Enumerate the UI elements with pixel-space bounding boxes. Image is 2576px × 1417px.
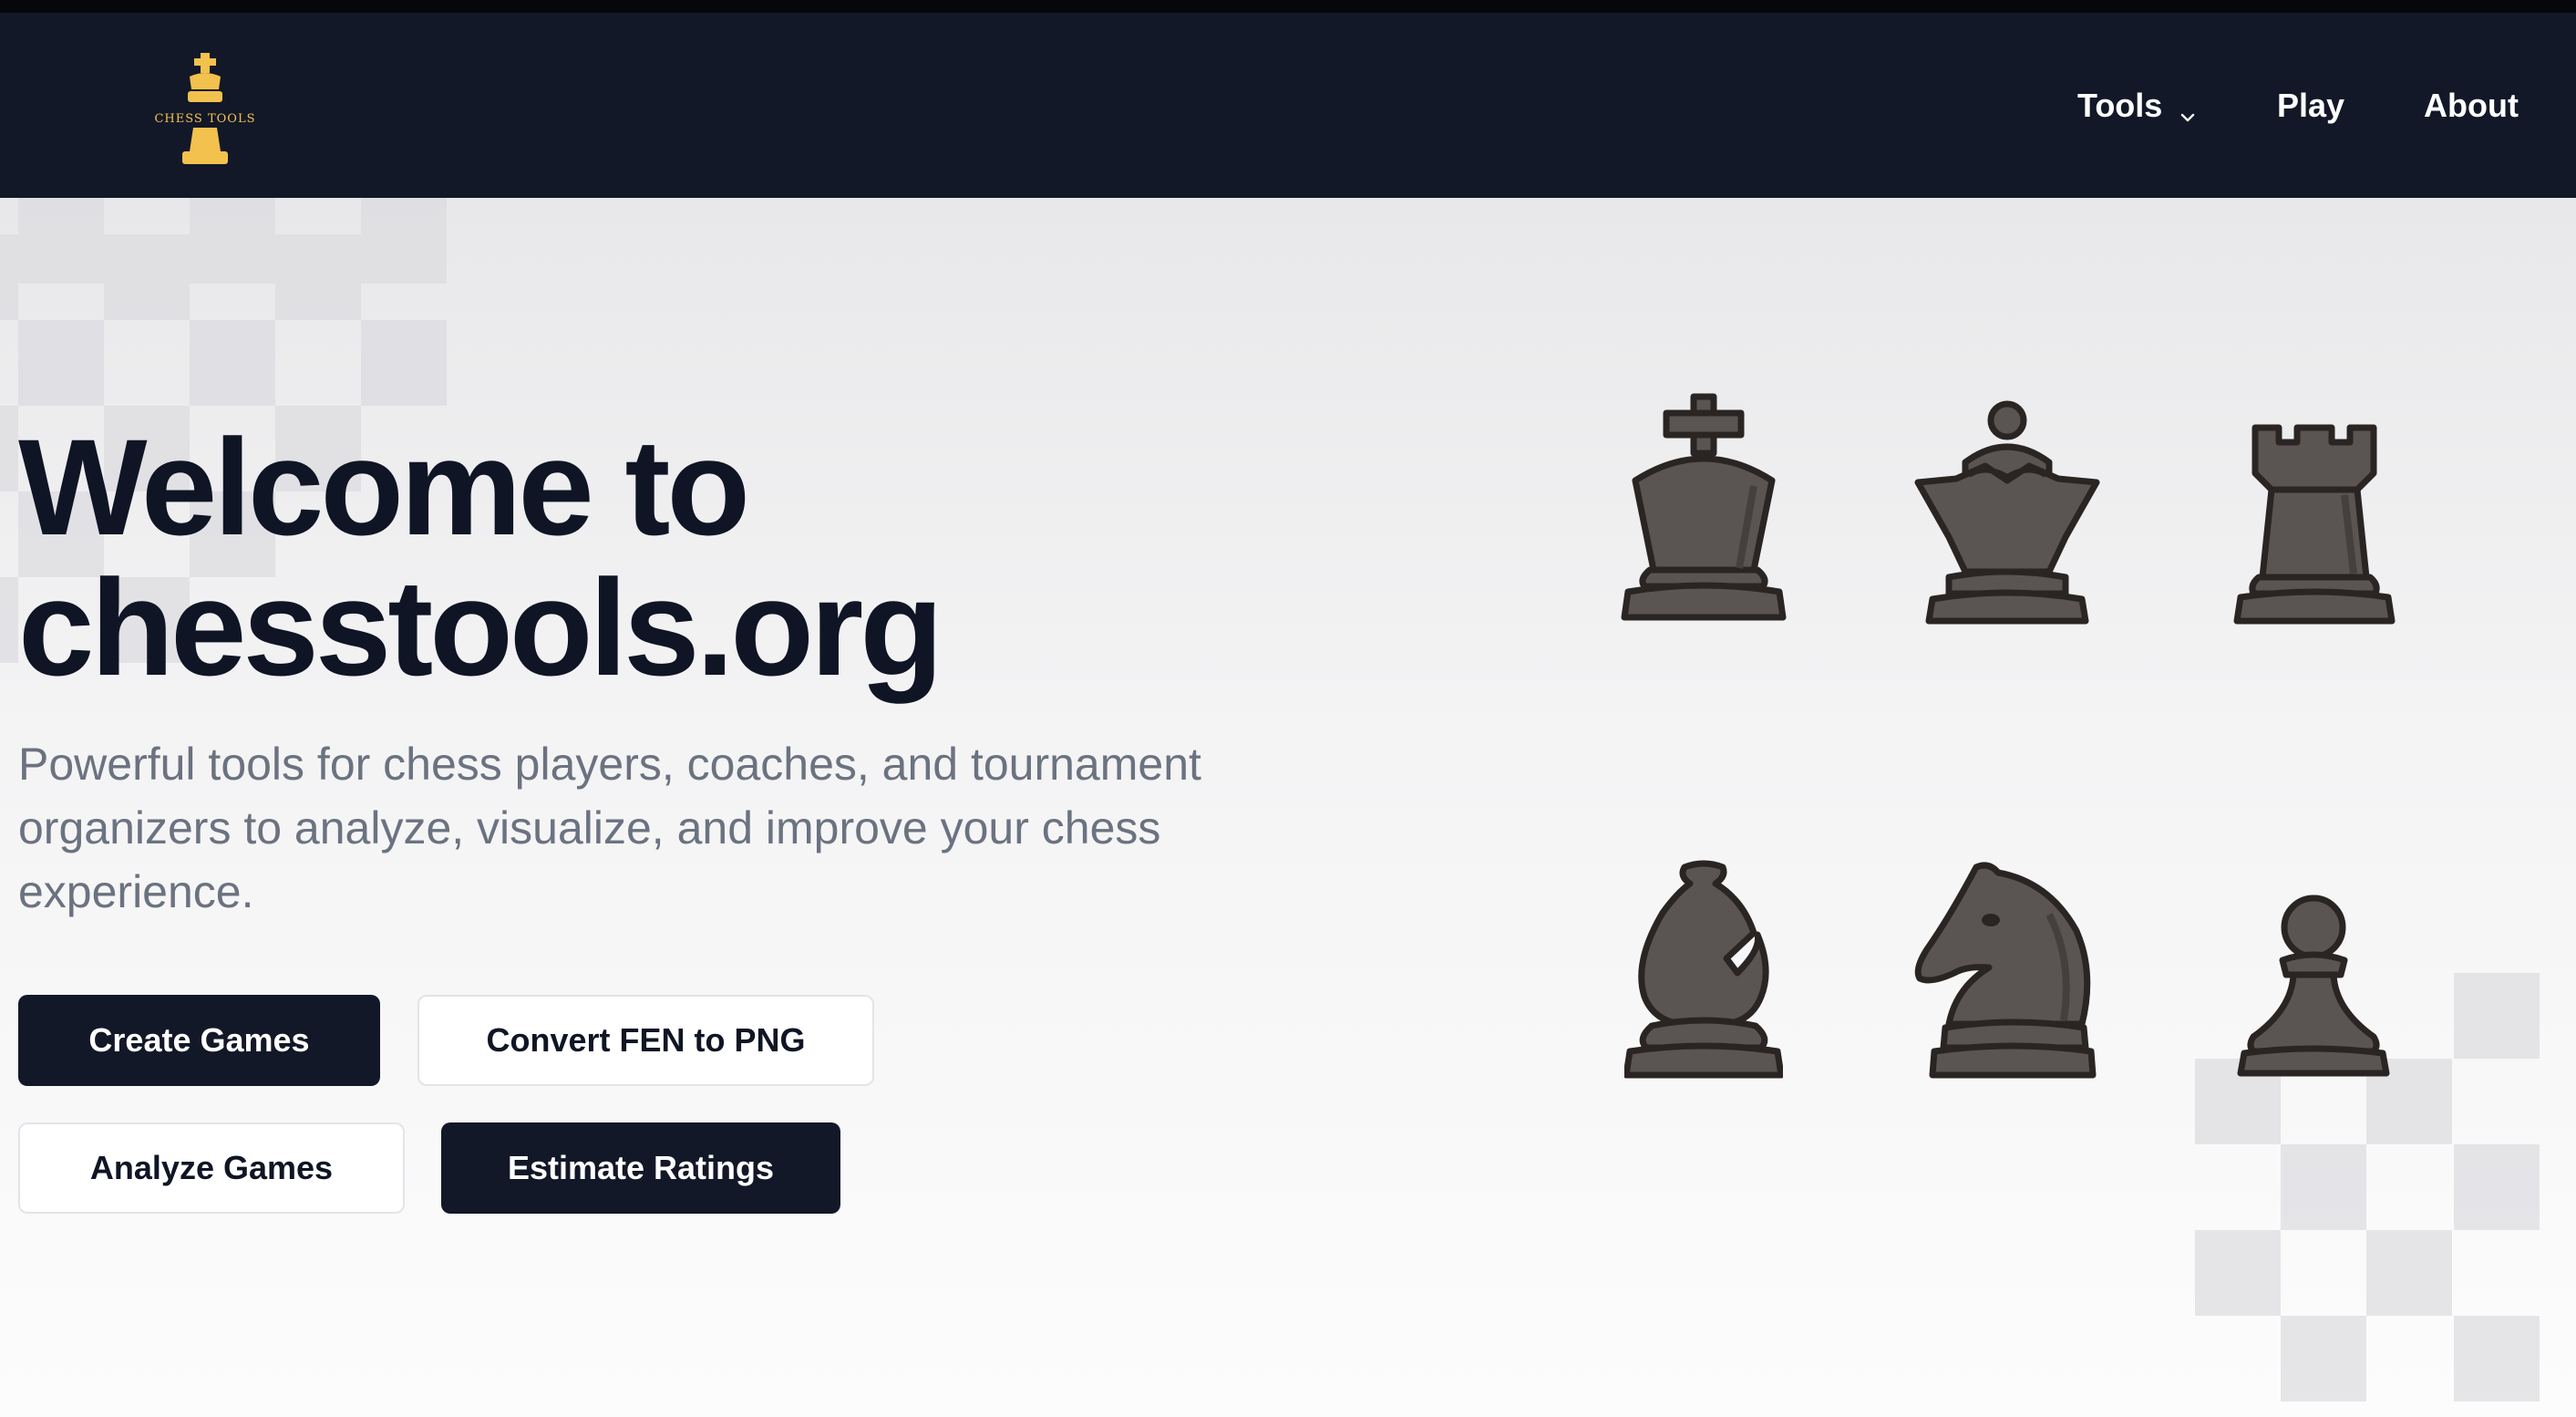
chevron-down-icon <box>2179 97 2197 122</box>
analyze-games-button[interactable]: Analyze Games <box>18 1122 405 1214</box>
pawn-icon <box>2237 891 2390 1077</box>
rook-icon <box>2231 422 2397 625</box>
nav-tools-label: Tools <box>2077 87 2163 124</box>
knight-icon <box>1912 860 2098 1079</box>
king-icon <box>1617 391 1790 623</box>
create-games-button[interactable]: Create Games <box>18 995 380 1086</box>
convert-fen-button[interactable]: Convert FEN to PNG <box>417 995 874 1086</box>
estimate-ratings-button[interactable]: Estimate Ratings <box>441 1122 840 1214</box>
hero-title: Welcome to chesstools.org <box>18 417 943 698</box>
nav-play-link[interactable]: Play <box>2277 86 2344 126</box>
king-logo-icon: CHESS TOOLS <box>154 53 255 164</box>
queen-icon <box>1912 398 2102 625</box>
navbar: CHESS TOOLS Tools Play About <box>0 13 2576 198</box>
top-strip <box>0 0 2576 13</box>
bishop-icon <box>1624 860 1783 1079</box>
hero-section: Welcome to chesstools.org Powerful tools… <box>0 198 2576 1417</box>
hero-title-line2: chesstools.org <box>18 551 943 704</box>
nav-tools-dropdown[interactable]: Tools <box>2077 86 2197 126</box>
hero-title-line1: Welcome to <box>18 410 750 564</box>
logo-text: CHESS TOOLS <box>154 112 255 126</box>
nav-about-link[interactable]: About <box>2424 86 2519 126</box>
hero-subtitle: Powerful tools for chess players, coache… <box>18 739 1201 917</box>
site-logo[interactable]: CHESS TOOLS <box>146 49 264 173</box>
